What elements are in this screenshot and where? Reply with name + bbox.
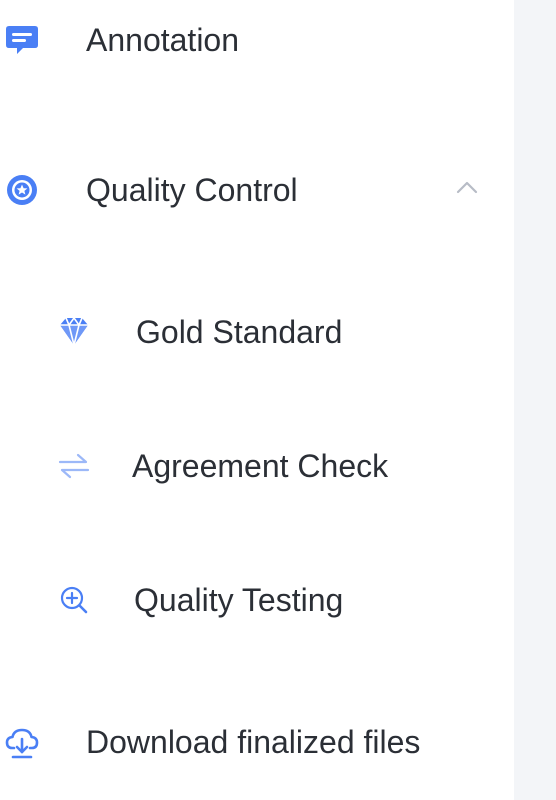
quality-control-icon — [4, 172, 40, 208]
diamond-icon — [56, 314, 92, 350]
chevron-up-icon[interactable] — [452, 176, 482, 198]
sidebar-item-label: Annotation — [86, 22, 240, 58]
content-panel — [514, 0, 556, 800]
sidebar-item-download-finalized-files[interactable]: Download finalized files — [0, 714, 514, 770]
sidebar-item-quality-control[interactable]: Quality Control — [0, 162, 514, 218]
sidebar-item-label: Quality Testing — [134, 582, 344, 618]
sidebar-subitem-quality-testing[interactable]: Quality Testing — [0, 572, 514, 628]
sidebar-subitem-gold-standard[interactable]: Gold Standard — [0, 304, 514, 360]
sidebar-item-label: Agreement Check — [132, 448, 389, 484]
sidebar-item-label: Gold Standard — [136, 314, 343, 350]
sidebar-subitem-agreement-check[interactable]: Agreement Check — [0, 438, 514, 494]
annotation-icon — [4, 22, 40, 58]
zoom-in-icon — [56, 582, 92, 618]
app-window: Annotation Quality Control Gold Standard… — [0, 0, 556, 800]
sidebar-item-label: Download finalized files — [86, 724, 421, 760]
swap-arrows-icon — [56, 448, 92, 484]
cloud-download-icon — [4, 724, 40, 760]
sidebar-item-label: Quality Control — [86, 172, 298, 208]
sidebar-item-annotation[interactable]: Annotation — [0, 12, 514, 68]
